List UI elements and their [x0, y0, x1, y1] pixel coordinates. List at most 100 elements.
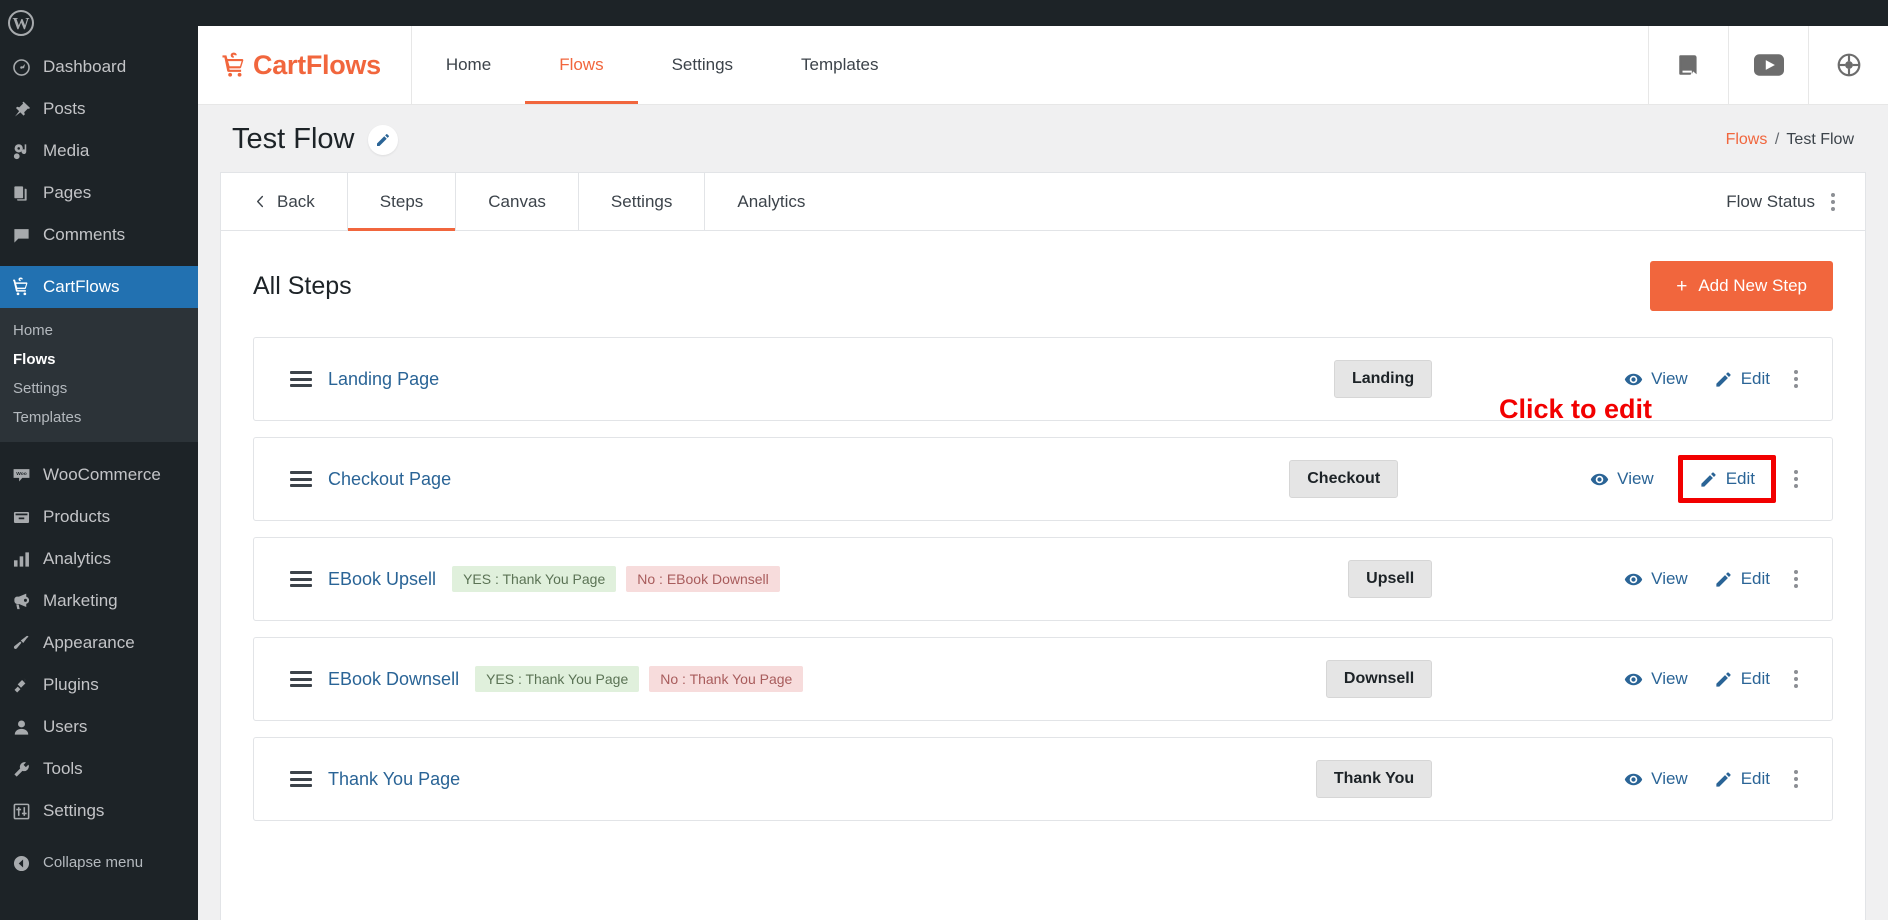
submenu-item-flows[interactable]: Flows [0, 345, 198, 374]
sidebar-item-tools[interactable]: Tools [0, 748, 198, 790]
view-label: View [1651, 369, 1688, 389]
step-menu-icon[interactable] [1788, 366, 1804, 392]
drag-handle-icon[interactable] [290, 571, 312, 587]
back-button[interactable]: Back [221, 173, 348, 230]
view-step-button[interactable]: View [1622, 365, 1690, 393]
analytics-icon [10, 548, 32, 570]
tab-settings[interactable]: Settings [579, 173, 705, 230]
cartflows-logo[interactable]: CartFlows [198, 26, 412, 104]
edit-step-button[interactable]: Edit [1678, 455, 1776, 503]
sidebar-item-plugins[interactable]: Plugins [0, 664, 198, 706]
tab-analytics[interactable]: Analytics [705, 173, 837, 230]
sidebar-item-comments[interactable]: Comments [0, 214, 198, 256]
brush-icon [10, 632, 32, 654]
add-new-step-button[interactable]: + Add New Step [1650, 261, 1833, 311]
cf-nav-flows[interactable]: Flows [525, 26, 637, 104]
breadcrumb-separator: / [1775, 131, 1779, 148]
drag-handle-icon[interactable] [290, 771, 312, 787]
submenu-item-home[interactable]: Home [0, 316, 198, 345]
step-name-link[interactable]: EBook Upsell [328, 569, 436, 590]
eye-icon [1624, 570, 1643, 589]
back-label: Back [277, 192, 315, 212]
sidebar-item-appearance[interactable]: Appearance [0, 622, 198, 664]
step-row: EBook DownsellYES : Thank You PageNo : T… [253, 637, 1833, 721]
collapse-menu-label: Collapse menu [43, 854, 143, 872]
edit-flow-title-button[interactable] [368, 125, 398, 155]
edit-label: Edit [1741, 769, 1770, 789]
breadcrumb-flows-link[interactable]: Flows [1726, 131, 1768, 148]
sidebar-item-users[interactable]: Users [0, 706, 198, 748]
tabbar-spacer [837, 173, 1726, 230]
edit-step-button[interactable]: Edit [1712, 665, 1772, 693]
products-icon [10, 506, 32, 528]
sidebar-item-label: Comments [43, 225, 125, 245]
submenu-item-templates[interactable]: Templates [0, 403, 198, 432]
view-step-button[interactable]: View [1622, 765, 1690, 793]
sidebar-item-products[interactable]: Products [0, 496, 198, 538]
step-menu-icon[interactable] [1788, 566, 1804, 592]
header-icon-group [1648, 26, 1888, 104]
condition-badge-yes: YES : Thank You Page [475, 666, 639, 692]
pencil-icon [1714, 670, 1733, 689]
sidebar-item-label: WooCommerce [43, 465, 161, 485]
step-type-badge: Landing [1334, 360, 1432, 398]
flow-status-menu-icon[interactable] [1825, 189, 1841, 215]
view-step-button[interactable]: View [1622, 665, 1690, 693]
wp-admin-screen: W Dashboard PostsMediaPages Comments CartFl… [0, 0, 1888, 920]
wordpress-logo-row[interactable]: W [0, 0, 198, 46]
sidebar-item-woocommerce[interactable]: Woo WooCommerce [0, 454, 198, 496]
pencil-icon [1714, 370, 1733, 389]
collapse-menu-button[interactable]: Collapse menu [0, 842, 198, 884]
drag-handle-icon[interactable] [290, 471, 312, 487]
tab-canvas[interactable]: Canvas [456, 173, 579, 230]
eye-icon [1624, 770, 1643, 789]
sidebar-item-pages[interactable]: Pages [0, 172, 198, 214]
flow-title-bar: Test Flow Flows / Test Flow [198, 105, 1888, 172]
view-step-button[interactable]: View [1588, 465, 1656, 493]
submenu-item-settings[interactable]: Settings [0, 374, 198, 403]
step-menu-icon[interactable] [1788, 466, 1804, 492]
sidebar-item-settings[interactable]: Settings [0, 790, 198, 832]
docs-book-icon[interactable] [1648, 26, 1728, 104]
sidebar-gap [0, 442, 198, 454]
cf-nav-home[interactable]: Home [412, 26, 525, 104]
sidebar-item-posts[interactable]: Posts [0, 88, 198, 130]
edit-step-button[interactable]: Edit [1712, 765, 1772, 793]
sidebar-item-media[interactable]: Media [0, 130, 198, 172]
step-name-link[interactable]: Landing Page [328, 369, 439, 390]
breadcrumb-current: Test Flow [1786, 131, 1854, 148]
sidebar-item-label: Dashboard [43, 57, 126, 77]
drag-handle-icon[interactable] [290, 671, 312, 687]
sidebar-item-cartflows[interactable]: CartFlows [0, 266, 198, 308]
plus-icon: + [1676, 277, 1687, 296]
cf-nav-settings[interactable]: Settings [638, 26, 767, 104]
sidebar-item-label: Analytics [43, 549, 111, 569]
lifering-support-icon[interactable] [1808, 26, 1888, 104]
woo-icon: Woo [10, 464, 32, 486]
edit-label: Edit [1726, 469, 1755, 489]
sidebar-item-label: Products [43, 507, 110, 527]
step-name-link[interactable]: Thank You Page [328, 769, 460, 790]
edit-step-button[interactable]: Edit [1712, 565, 1772, 593]
sidebar-item-analytics[interactable]: Analytics [0, 538, 198, 580]
plug-icon [10, 674, 32, 696]
sidebar-separator [0, 832, 198, 842]
sidebar-item-dashboard[interactable]: Dashboard [0, 46, 198, 88]
view-step-button[interactable]: View [1622, 565, 1690, 593]
edit-step-button[interactable]: Edit [1712, 365, 1772, 393]
steps-list: Landing Page Landing View Edit Checkout Page… [253, 337, 1833, 821]
sidebar-item-marketing[interactable]: Marketing [0, 580, 198, 622]
cf-nav-templates[interactable]: Templates [767, 26, 912, 104]
step-name-link[interactable]: Checkout Page [328, 469, 451, 490]
step-menu-icon[interactable] [1788, 666, 1804, 692]
youtube-play-icon[interactable] [1728, 26, 1808, 104]
cartflows-brand-text: CartFlows [253, 50, 381, 81]
wordpress-logo-icon[interactable]: W [8, 10, 34, 36]
sidebar-item-label: Plugins [43, 675, 99, 695]
drag-handle-icon[interactable] [290, 371, 312, 387]
cart-icon [10, 276, 32, 298]
chevron-left-icon [253, 194, 268, 209]
step-menu-icon[interactable] [1788, 766, 1804, 792]
tab-steps[interactable]: Steps [348, 173, 456, 230]
step-name-link[interactable]: EBook Downsell [328, 669, 459, 690]
